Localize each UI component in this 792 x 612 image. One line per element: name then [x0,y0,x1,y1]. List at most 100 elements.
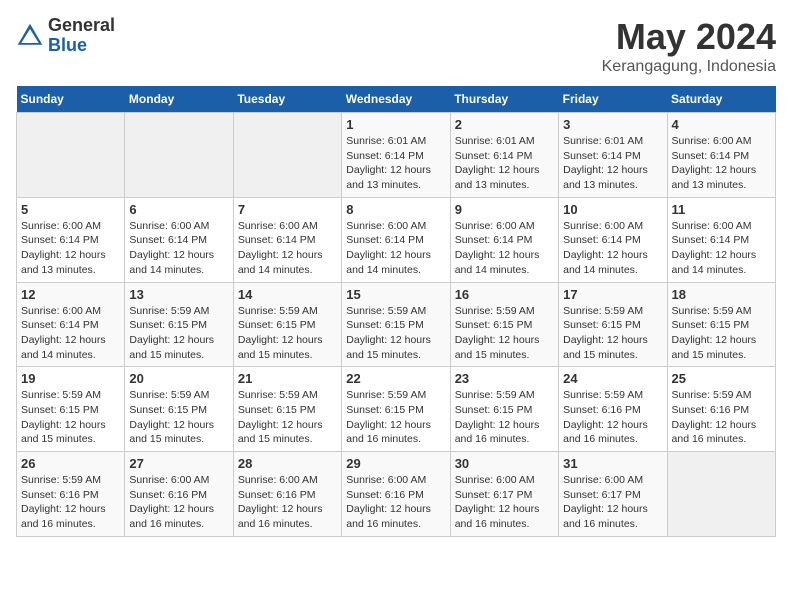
day-number: 6 [129,202,228,217]
day-info: Sunrise: 5:59 AM Sunset: 6:15 PM Dayligh… [455,388,554,447]
day-header-saturday: Saturday [667,86,775,113]
calendar-cell: 16Sunrise: 5:59 AM Sunset: 6:15 PM Dayli… [450,282,558,367]
day-info: Sunrise: 6:00 AM Sunset: 6:16 PM Dayligh… [238,473,337,532]
day-info: Sunrise: 6:00 AM Sunset: 6:14 PM Dayligh… [21,219,120,278]
calendar-cell: 1 Sunrise: 6:01 AM Sunset: 6:14 PM Daylig… [342,113,450,198]
day-info: Sunrise: 6:00 AM Sunset: 6:14 PM Dayligh… [455,219,554,278]
day-number: 1 [346,117,445,132]
day-number: 15 [346,287,445,302]
header-row: SundayMondayTuesdayWednesdayThursdayFrid… [17,86,776,113]
day-number: 28 [238,456,337,471]
week-row-2: 5 Sunrise: 6:00 AM Sunset: 6:14 PM Daylig… [17,197,776,282]
logo-icon [16,22,44,50]
day-number: 17 [563,287,662,302]
calendar-cell: 27 Sunrise: 6:00 AM Sunset: 6:16 PM Dayli… [125,452,233,537]
day-info: Sunrise: 5:59 AM Sunset: 6:15 PM Dayligh… [129,388,228,447]
day-number: 4 [672,117,771,132]
day-info: Sunrise: 6:00 AM Sunset: 6:14 PM Dayligh… [238,219,337,278]
day-number: 2 [455,117,554,132]
day-number: 7 [238,202,337,217]
calendar-cell [233,113,341,198]
calendar-cell: 31 Sunrise: 6:00 AM Sunset: 6:17 PM Dayli… [559,452,667,537]
day-info: Sunrise: 6:01 AM Sunset: 6:14 PM Dayligh… [563,134,662,193]
day-number: 8 [346,202,445,217]
day-number: 27 [129,456,228,471]
calendar-cell: 21Sunrise: 5:59 AM Sunset: 6:15 PM Dayli… [233,367,341,452]
page-subtitle: Kerangagung, Indonesia [602,58,776,76]
calendar-header: SundayMondayTuesdayWednesdayThursdayFrid… [17,86,776,113]
calendar-cell: 10 Sunrise: 6:00 AM Sunset: 6:14 PM Dayli… [559,197,667,282]
day-header-thursday: Thursday [450,86,558,113]
calendar-cell: 3Sunrise: 6:01 AM Sunset: 6:14 PM Daylig… [559,113,667,198]
calendar-cell: 22 Sunrise: 5:59 AM Sunset: 6:15 PM Dayli… [342,367,450,452]
day-info: Sunrise: 5:59 AM Sunset: 6:16 PM Dayligh… [563,388,662,447]
week-row-5: 26 Sunrise: 5:59 AM Sunset: 6:16 PM Dayli… [17,452,776,537]
day-number: 10 [563,202,662,217]
day-info: Sunrise: 6:01 AM Sunset: 6:14 PM Dayligh… [455,134,554,193]
day-number: 31 [563,456,662,471]
day-info: Sunrise: 6:00 AM Sunset: 6:14 PM Dayligh… [129,219,228,278]
day-info: Sunrise: 5:59 AM Sunset: 6:15 PM Dayligh… [238,304,337,363]
day-number: 25 [672,371,771,386]
calendar-cell: 20 Sunrise: 5:59 AM Sunset: 6:15 PM Dayli… [125,367,233,452]
week-row-4: 19 Sunrise: 5:59 AM Sunset: 6:15 PM Dayli… [17,367,776,452]
day-number: 13 [129,287,228,302]
day-info: Sunrise: 6:00 AM Sunset: 6:14 PM Dayligh… [563,219,662,278]
calendar-cell: 7 Sunrise: 6:00 AM Sunset: 6:14 PM Daylig… [233,197,341,282]
calendar-body: 1 Sunrise: 6:01 AM Sunset: 6:14 PM Daylig… [17,113,776,537]
calendar-cell: 24Sunrise: 5:59 AM Sunset: 6:16 PM Dayli… [559,367,667,452]
logo-text: General Blue [48,16,115,56]
day-number: 12 [21,287,120,302]
day-info: Sunrise: 6:00 AM Sunset: 6:17 PM Dayligh… [563,473,662,532]
calendar-table: SundayMondayTuesdayWednesdayThursdayFrid… [16,86,776,537]
logo-general: General [48,16,115,36]
day-number: 30 [455,456,554,471]
day-info: Sunrise: 6:00 AM Sunset: 6:14 PM Dayligh… [21,304,120,363]
calendar-cell: 4Sunrise: 6:00 AM Sunset: 6:14 PM Daylig… [667,113,775,198]
day-info: Sunrise: 6:00 AM Sunset: 6:14 PM Dayligh… [672,219,771,278]
day-number: 9 [455,202,554,217]
week-row-1: 1 Sunrise: 6:01 AM Sunset: 6:14 PM Daylig… [17,113,776,198]
calendar-cell: 9 Sunrise: 6:00 AM Sunset: 6:14 PM Daylig… [450,197,558,282]
day-header-monday: Monday [125,86,233,113]
day-number: 18 [672,287,771,302]
calendar-cell: 12 Sunrise: 6:00 AM Sunset: 6:14 PM Dayli… [17,282,125,367]
day-header-sunday: Sunday [17,86,125,113]
calendar-cell: 19Sunrise: 5:59 AM Sunset: 6:15 PM Dayli… [17,367,125,452]
day-info: Sunrise: 5:59 AM Sunset: 6:15 PM Dayligh… [129,304,228,363]
calendar-cell: 8Sunrise: 6:00 AM Sunset: 6:14 PM Daylig… [342,197,450,282]
day-header-friday: Friday [559,86,667,113]
day-info: Sunrise: 5:59 AM Sunset: 6:15 PM Dayligh… [563,304,662,363]
day-header-tuesday: Tuesday [233,86,341,113]
calendar-cell [125,113,233,198]
calendar-cell: 28 Sunrise: 6:00 AM Sunset: 6:16 PM Dayli… [233,452,341,537]
page-header: General Blue May 2024 Kerangagung, Indon… [16,16,776,76]
calendar-cell: 18 Sunrise: 5:59 AM Sunset: 6:15 PM Dayli… [667,282,775,367]
calendar-cell: 23Sunrise: 5:59 AM Sunset: 6:15 PM Dayli… [450,367,558,452]
calendar-cell: 25 Sunrise: 5:59 AM Sunset: 6:16 PM Dayli… [667,367,775,452]
calendar-cell: 13 Sunrise: 5:59 AM Sunset: 6:15 PM Dayli… [125,282,233,367]
calendar-cell: 5 Sunrise: 6:00 AM Sunset: 6:14 PM Daylig… [17,197,125,282]
calendar-cell: 6 Sunrise: 6:00 AM Sunset: 6:14 PM Daylig… [125,197,233,282]
day-info: Sunrise: 5:59 AM Sunset: 6:15 PM Dayligh… [672,304,771,363]
day-number: 20 [129,371,228,386]
logo-blue: Blue [48,36,115,56]
day-info: Sunrise: 5:59 AM Sunset: 6:16 PM Dayligh… [672,388,771,447]
day-number: 22 [346,371,445,386]
day-info: Sunrise: 5:59 AM Sunset: 6:15 PM Dayligh… [346,388,445,447]
day-info: Sunrise: 6:00 AM Sunset: 6:16 PM Dayligh… [129,473,228,532]
day-info: Sunrise: 5:59 AM Sunset: 6:16 PM Dayligh… [21,473,120,532]
day-number: 29 [346,456,445,471]
day-number: 19 [21,371,120,386]
page-title: May 2024 [602,16,776,58]
calendar-cell: 29 Sunrise: 6:00 AM Sunset: 6:16 PM Dayli… [342,452,450,537]
day-number: 21 [238,371,337,386]
day-info: Sunrise: 6:01 AM Sunset: 6:14 PM Dayligh… [346,134,445,193]
calendar-cell [17,113,125,198]
calendar-cell: 14Sunrise: 5:59 AM Sunset: 6:15 PM Dayli… [233,282,341,367]
day-info: Sunrise: 6:00 AM Sunset: 6:16 PM Dayligh… [346,473,445,532]
logo: General Blue [16,16,115,56]
day-info: Sunrise: 5:59 AM Sunset: 6:15 PM Dayligh… [346,304,445,363]
day-number: 26 [21,456,120,471]
day-number: 5 [21,202,120,217]
